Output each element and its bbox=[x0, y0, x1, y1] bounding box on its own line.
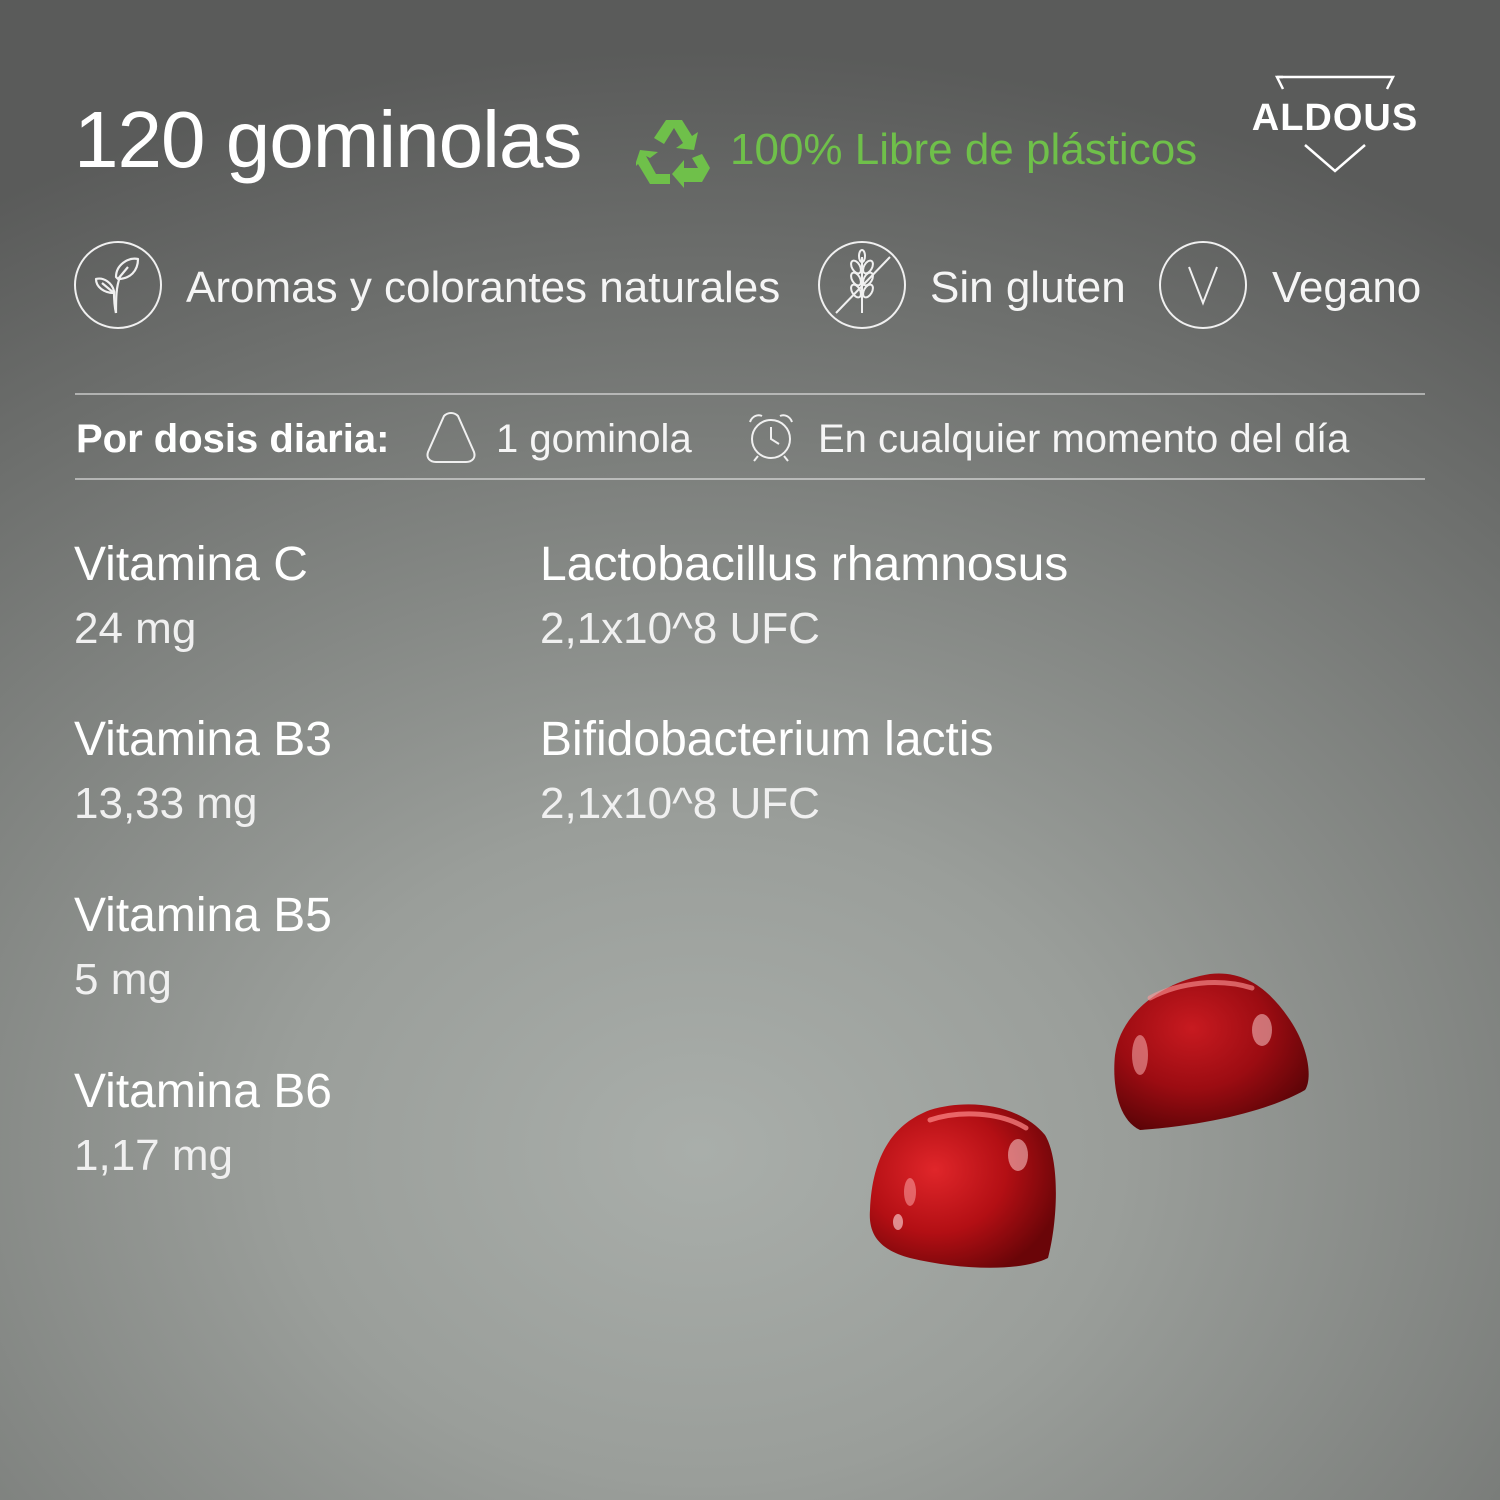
nutrient-name: Vitamina B3 bbox=[74, 713, 332, 766]
divider-bottom bbox=[75, 478, 1425, 480]
probiotic-value: 2,1x10^8 UFC bbox=[540, 604, 820, 653]
brand-logo: ALDOUS bbox=[1245, 75, 1425, 175]
vegan-icon bbox=[1159, 241, 1247, 329]
nutrient-value: 24 mg bbox=[74, 604, 197, 653]
nutrient-name: Vitamina B6 bbox=[74, 1065, 332, 1118]
product-title: 120 gominolas bbox=[74, 95, 582, 184]
badge-gluten-label: Sin gluten bbox=[930, 263, 1126, 312]
probiotic-name: Bifidobacterium lactis bbox=[540, 713, 994, 766]
badge-vegan-label: Vegano bbox=[1272, 263, 1422, 312]
probiotic-value: 2,1x10^8 UFC bbox=[540, 779, 820, 828]
alarm-clock-icon bbox=[744, 410, 798, 464]
brand-name: ALDOUS bbox=[1251, 97, 1419, 139]
badge-natural-label: Aromas y colorantes naturales bbox=[186, 263, 781, 312]
gummies-image bbox=[850, 960, 1320, 1290]
gummy-icon bbox=[424, 410, 478, 464]
nutrient-name: Vitamina C bbox=[74, 538, 308, 591]
divider-top bbox=[75, 393, 1425, 395]
recycle-icon bbox=[634, 112, 712, 188]
dose-amount: 1 gominola bbox=[496, 417, 692, 461]
nutrient-value: 13,33 mg bbox=[74, 779, 258, 828]
nutrient-value: 1,17 mg bbox=[74, 1131, 233, 1180]
plastic-free-label: 100% Libre de plásticos bbox=[730, 125, 1198, 174]
nutrient-value: 5 mg bbox=[74, 955, 172, 1004]
dose-label: Por dosis diaria: bbox=[76, 417, 390, 461]
gluten-free-icon bbox=[818, 241, 906, 329]
probiotic-name: Lactobacillus rhamnosus bbox=[540, 538, 1069, 591]
nutrient-name: Vitamina B5 bbox=[74, 889, 332, 942]
dose-time: En cualquier momento del día bbox=[818, 417, 1350, 461]
leaf-icon bbox=[74, 241, 162, 329]
